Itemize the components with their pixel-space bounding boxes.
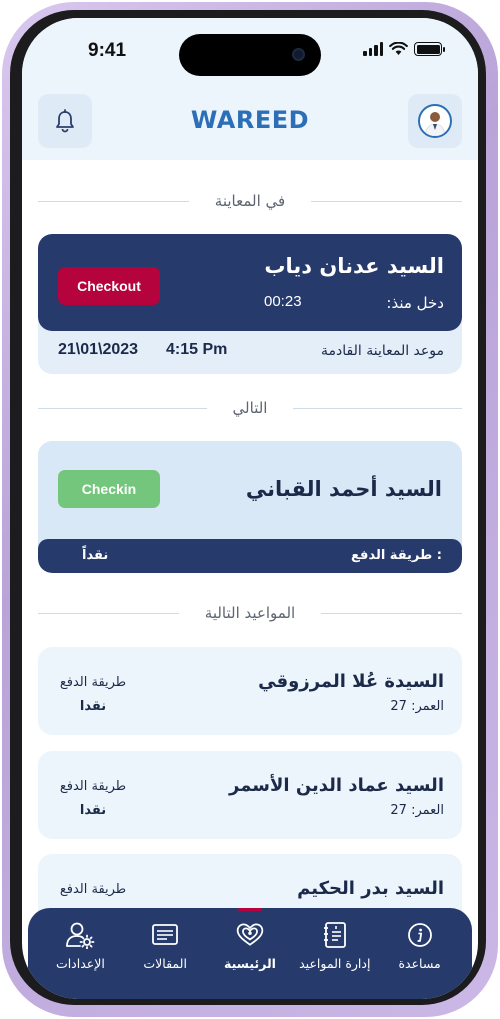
- upcoming-section-title: المواعيد التالية: [204, 604, 296, 622]
- current-section-divider: في المعاينة: [38, 191, 462, 211]
- current-section-title: في المعاينة: [214, 192, 286, 210]
- appointment-payment-value: نقدا: [79, 803, 107, 818]
- status-icons: [363, 42, 445, 56]
- appointment-payment-label: طريقة الدفع: [59, 675, 127, 690]
- nav-label: مساعدة: [398, 956, 441, 971]
- nav-item-settings[interactable]: الإعدادات: [40, 908, 120, 999]
- nav-item-help[interactable]: مساعدة: [380, 908, 460, 999]
- header-area: 9:41 WAREED: [22, 18, 478, 160]
- nav-item-home[interactable]: الرئيسية: [210, 908, 290, 999]
- list-item[interactable]: السيد عماد الدين الأسمر العمر: 27 طريقة …: [38, 751, 462, 839]
- current-patient-card: السيد عدنان دياب دخل منذ: 00:23 Checkout…: [38, 234, 462, 374]
- appointment-patient-name: السيد بدر الحكيم: [297, 878, 444, 899]
- battery-icon: [414, 42, 445, 56]
- appointment-patient-name: السيد عماد الدين الأسمر: [229, 775, 444, 796]
- nav-label: إدارة المواعيد: [299, 956, 371, 971]
- dynamic-island: [179, 34, 321, 76]
- payment-method-label: : طريقة الدفع: [351, 548, 442, 563]
- appointment-patient-name: السيدة عُلا المرزوقي: [258, 671, 444, 692]
- nav-label: الرئيسية: [224, 956, 276, 971]
- appointment-patient-age: العمر: 27: [390, 803, 444, 818]
- next-section-title: التالي: [232, 399, 268, 417]
- checkin-button[interactable]: Checkin: [58, 470, 160, 508]
- info-icon: [405, 920, 435, 950]
- bottom-navigation: مساعدة إدارة المواعيد الرئيسية المقالات …: [28, 908, 472, 999]
- home-heart-icon: [235, 920, 265, 950]
- upcoming-section-divider: المواعيد التالية: [38, 603, 463, 623]
- checkout-button[interactable]: Checkout: [58, 267, 160, 305]
- current-patient-header: السيد عدنان دياب دخل منذ: 00:23 Checkout: [38, 234, 462, 331]
- avatar: [418, 104, 452, 138]
- cellular-signal-icon: [363, 42, 383, 56]
- nav-label: الإعدادات: [55, 956, 105, 971]
- profile-button[interactable]: [408, 94, 462, 148]
- list-item[interactable]: السيدة عُلا المرزوقي العمر: 27 طريقة الد…: [38, 647, 462, 735]
- next-section-divider: التالي: [38, 398, 463, 418]
- current-patient-name: السيد عدنان دياب: [264, 254, 444, 278]
- payment-method-value: نقداً: [82, 548, 109, 563]
- next-appointment-time: 4:15 Pm: [166, 341, 228, 358]
- nav-label: المقالات: [143, 956, 187, 971]
- camera-icon: [292, 48, 305, 61]
- appointment-payment-label: طريقة الدفع: [59, 882, 127, 897]
- user-settings-icon: [65, 920, 95, 950]
- next-patient-payment-bar: : طريقة الدفع نقداً: [38, 539, 462, 573]
- app-screen: 9:41 WAREED في المعاينة السيد عدنان دياب…: [22, 18, 478, 999]
- nav-item-articles[interactable]: المقالات: [125, 908, 205, 999]
- appointment-patient-age: العمر: 27: [390, 699, 444, 714]
- appointment-payment-label: طريقة الدفع: [59, 779, 127, 794]
- entered-since-time: 00:23: [264, 293, 302, 310]
- appointment-payment-value: نقدا: [79, 699, 107, 714]
- next-patient-name: السيد أحمد القباني: [245, 477, 442, 501]
- appointments-icon: [320, 920, 350, 950]
- next-appointment-date: 21\01\2023: [58, 341, 139, 358]
- entered-since-label: دخل منذ:: [386, 294, 444, 312]
- nav-item-appointments[interactable]: إدارة المواعيد: [295, 908, 375, 999]
- next-patient-card[interactable]: السيد أحمد القباني Checkin : طريقة الدفع…: [38, 441, 462, 573]
- next-appointment-label: موعد المعاينة القادمة: [321, 343, 444, 359]
- articles-icon: [150, 920, 180, 950]
- wifi-icon: [389, 42, 408, 55]
- status-time: 9:41: [88, 40, 127, 61]
